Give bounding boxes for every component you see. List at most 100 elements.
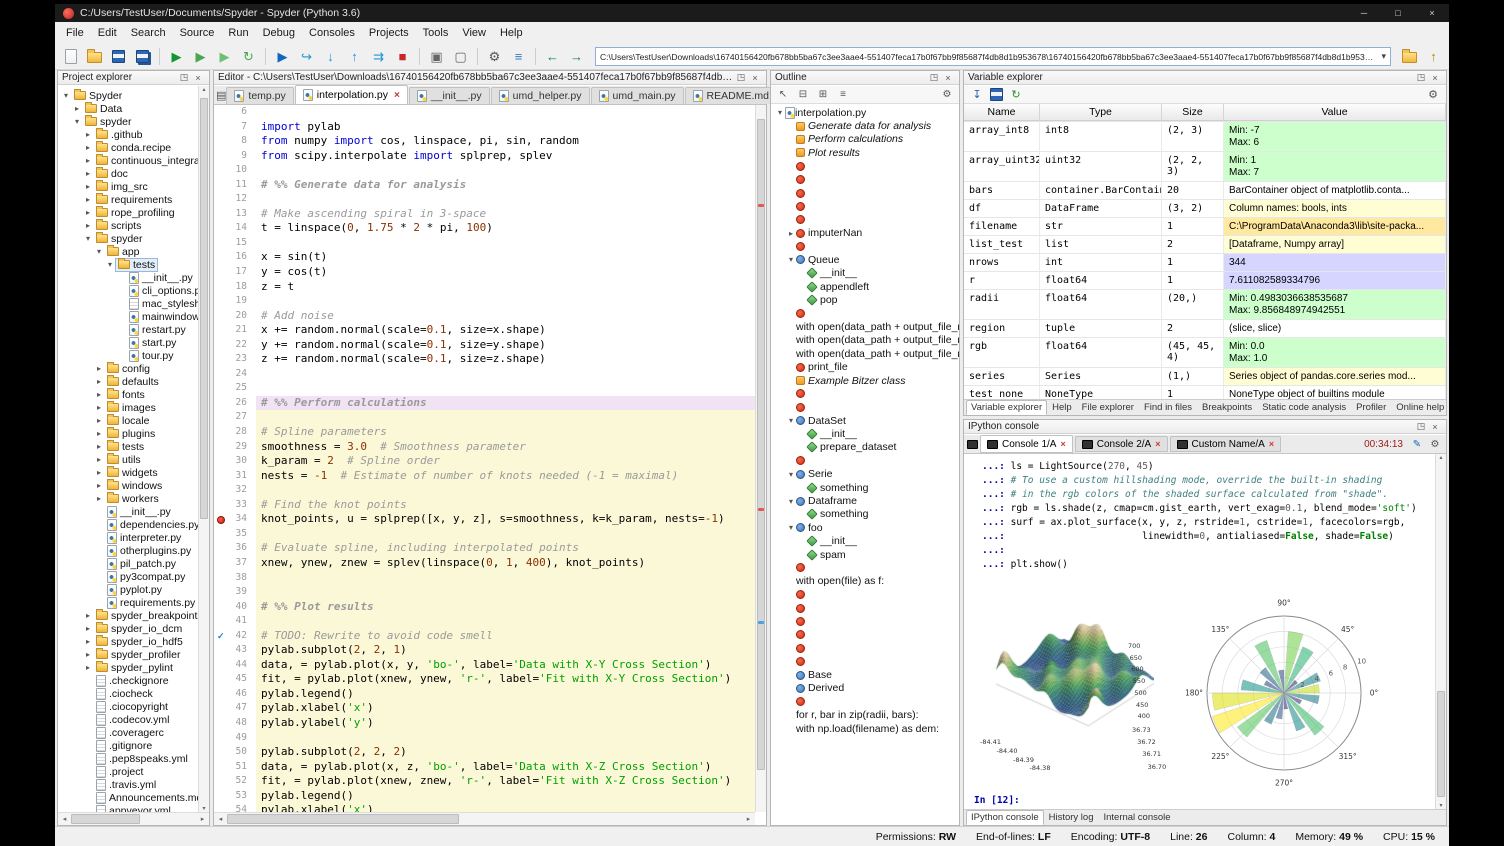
run-cell-advance-button[interactable]: ▶ — [213, 46, 236, 68]
collapse-all-icon[interactable]: ⊟ — [794, 89, 812, 100]
browse-dir-button[interactable] — [1398, 46, 1421, 68]
tree-arrow-icon[interactable]: ▾ — [786, 255, 796, 264]
variable-row[interactable]: rgbfloat64(45, 45, 4)Min: 0.0 Max: 1.0 — [964, 338, 1446, 368]
run-button[interactable]: ▶ — [165, 46, 188, 68]
close-pane-icon[interactable]: × — [1428, 73, 1442, 83]
tree-item[interactable]: .gitignore — [58, 739, 198, 752]
tree-arrow-icon[interactable]: ▾ — [786, 470, 796, 479]
outline-item[interactable] — [771, 561, 959, 574]
tree-item[interactable]: ▸spyder_breakpoints — [58, 609, 198, 622]
outline-item[interactable]: with open(data_path + output_file_n... — [771, 334, 959, 347]
tree-item[interactable]: ▸spyder_profiler — [58, 648, 198, 661]
outline-item[interactable]: ▸imputerNan — [771, 227, 959, 240]
tree-item[interactable]: .coveragerc — [58, 726, 198, 739]
outline-item[interactable]: with open(file) as f: — [771, 575, 959, 588]
tree-item[interactable]: ▸locale — [58, 414, 198, 427]
outline-item[interactable]: prepare_dataset — [771, 441, 959, 454]
console-input-prompt[interactable]: In [12]: — [974, 794, 1435, 808]
step-over-button[interactable]: ↪ — [295, 46, 318, 68]
tree-item[interactable]: ▸.github — [58, 128, 198, 141]
tree-item[interactable]: __init__.py — [58, 271, 198, 284]
fullscreen-button[interactable]: ▢ — [449, 46, 472, 68]
outline-item[interactable]: spam — [771, 548, 959, 561]
show-all-icon[interactable]: ≡ — [834, 89, 852, 100]
breakpoint-icon[interactable] — [217, 516, 225, 524]
outline-item[interactable] — [771, 695, 959, 708]
variable-row[interactable]: test_noneNoneType1NoneType object of bui… — [964, 386, 1446, 399]
menu-consoles[interactable]: Consoles — [302, 22, 362, 44]
column-header-type[interactable]: Type — [1040, 104, 1162, 121]
tree-item[interactable]: mainwindow.py — [58, 310, 198, 323]
tree-item[interactable]: .codecov.yml — [58, 713, 198, 726]
tree-item[interactable]: requirements.py — [58, 596, 198, 609]
outline-item[interactable] — [771, 642, 959, 655]
pythonpath-button[interactable]: ≡ — [507, 46, 530, 68]
menu-projects[interactable]: Projects — [362, 22, 416, 44]
tree-arrow-icon[interactable]: ▸ — [94, 377, 104, 386]
menu-file[interactable]: File — [59, 22, 91, 44]
tab-profiler[interactable]: Profiler — [1351, 400, 1391, 415]
tree-arrow-icon[interactable]: ▾ — [105, 260, 115, 269]
tree-item[interactable]: ▸workers — [58, 492, 198, 505]
outline-item[interactable]: something — [771, 481, 959, 494]
editor-tab[interactable]: README.md — [685, 87, 777, 104]
console-tab[interactable]: Console 1/A× — [980, 435, 1073, 453]
tab-breakpoints[interactable]: Breakpoints — [1197, 400, 1257, 415]
menu-debug[interactable]: Debug — [256, 22, 302, 44]
working-directory-combo[interactable]: C:\Users\TestUser\Downloads\16740156420f… — [595, 47, 1391, 66]
tree-item[interactable]: pyplot.py — [58, 583, 198, 596]
tree-item[interactable]: ▾app — [58, 245, 198, 258]
outline-item[interactable] — [771, 387, 959, 400]
close-tab-icon[interactable]: × — [1269, 439, 1274, 449]
tree-item[interactable]: ▸widgets — [58, 466, 198, 479]
column-header-size[interactable]: Size — [1162, 104, 1224, 121]
tree-arrow-icon[interactable]: ▸ — [83, 130, 93, 139]
outline-item[interactable]: print_file — [771, 360, 959, 373]
tree-arrow-icon[interactable]: ▸ — [94, 390, 104, 399]
variable-row[interactable]: dfDataFrame(3, 2)Column names: bools, in… — [964, 200, 1446, 218]
outline-item[interactable]: ▾interpolation.py — [771, 106, 959, 119]
float-pane-icon[interactable]: ◳ — [1414, 421, 1428, 432]
scroll-right-icon[interactable]: ▸ — [742, 815, 755, 823]
tree-item[interactable]: otherplugins.py — [58, 544, 198, 557]
outline-item[interactable] — [771, 454, 959, 467]
column-header-name[interactable]: Name — [964, 104, 1040, 121]
tree-item[interactable]: ▸plugins — [58, 427, 198, 440]
outline-item[interactable]: __init__ — [771, 427, 959, 440]
new-file-button[interactable] — [59, 46, 82, 68]
tree-arrow-icon[interactable]: ▸ — [83, 169, 93, 178]
import-data-icon[interactable]: ↧ — [968, 88, 986, 101]
outline-item[interactable]: ▾Dataframe — [771, 494, 959, 507]
menu-run[interactable]: Run — [221, 22, 255, 44]
console-list-icon[interactable] — [967, 440, 978, 449]
outline-item[interactable] — [771, 160, 959, 173]
tree-item[interactable]: .travis.yml — [58, 778, 198, 791]
tree-arrow-icon[interactable]: ▾ — [786, 416, 796, 425]
tree-item[interactable]: pil_patch.py — [58, 557, 198, 570]
variable-row[interactable]: array_int8int8(2, 3)Min: -7 Max: 6 — [964, 122, 1446, 152]
outline-item[interactable]: Example Bitzer class — [771, 374, 959, 387]
tree-arrow-icon[interactable]: ▸ — [83, 650, 93, 659]
scroll-up-icon[interactable]: ▴ — [199, 86, 209, 93]
tree-arrow-icon[interactable]: ▸ — [94, 403, 104, 412]
tree-item[interactable]: ▸fonts — [58, 388, 198, 401]
tree-item[interactable]: ▾spyder — [58, 115, 198, 128]
rename-console-icon[interactable]: ✎ — [1409, 439, 1425, 450]
outline-item[interactable] — [771, 401, 959, 414]
tree-arrow-icon[interactable]: ▾ — [72, 117, 82, 126]
run-cell-button[interactable]: ▶ — [189, 46, 212, 68]
outline-item[interactable]: __init__ — [771, 535, 959, 548]
tree-item[interactable]: ▸utils — [58, 453, 198, 466]
tree-item[interactable]: __init__.py — [58, 505, 198, 518]
tree-item[interactable]: ▸rope_profiling — [58, 206, 198, 219]
tree-item[interactable]: ▸images — [58, 401, 198, 414]
parent-dir-button[interactable]: ↑ — [1422, 46, 1445, 68]
tree-arrow-icon[interactable]: ▸ — [94, 416, 104, 425]
editor-tab[interactable]: temp.py — [226, 87, 293, 104]
outline-item[interactable] — [771, 655, 959, 668]
menu-help[interactable]: Help — [493, 22, 530, 44]
tree-arrow-icon[interactable]: ▸ — [83, 182, 93, 191]
outline-item[interactable]: for r, bar in zip(radii, bars): — [771, 709, 959, 722]
close-pane-icon[interactable]: × — [191, 73, 205, 83]
tree-arrow-icon[interactable]: ▾ — [775, 108, 785, 117]
